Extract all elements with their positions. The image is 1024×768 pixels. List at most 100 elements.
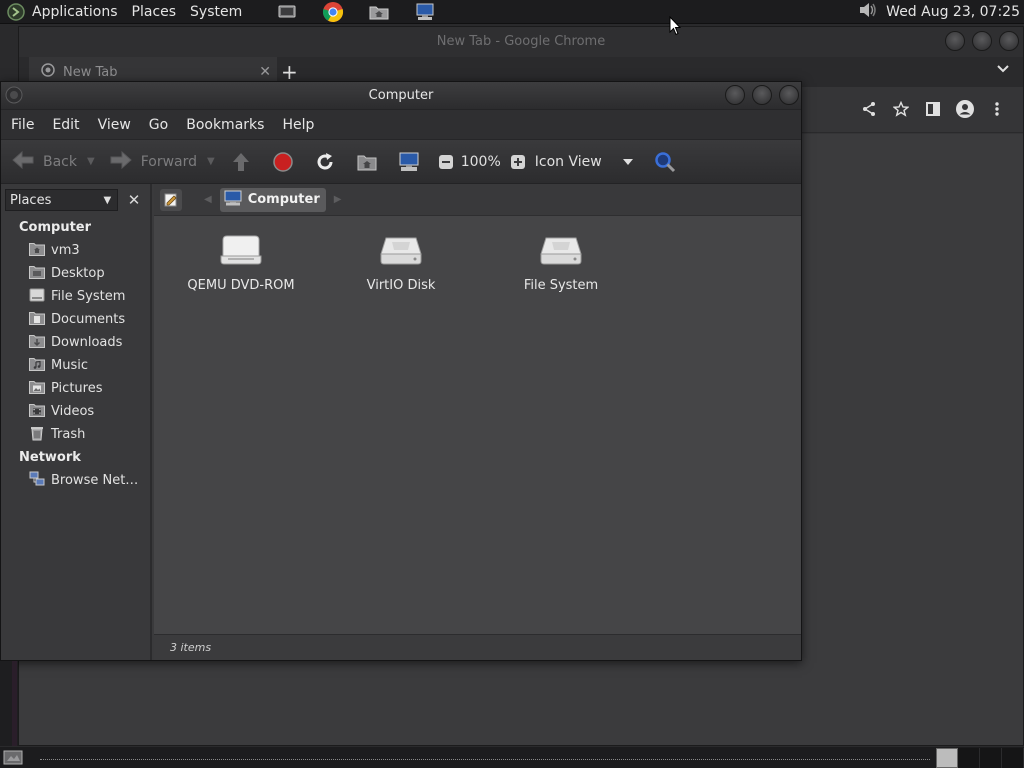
close-sidebar-icon[interactable]: ✕ [122, 189, 146, 211]
up-arrow-icon[interactable] [229, 150, 253, 174]
workspace-2[interactable] [958, 748, 980, 768]
chrome-window-title: New Tab - Google Chrome [436, 34, 606, 49]
file-item-name: VirtIO Disk [366, 278, 436, 293]
search-icon[interactable] [653, 150, 677, 174]
system-menu[interactable]: System [190, 4, 242, 20]
chrome-toolbar-icons [853, 97, 1013, 121]
workspace-3[interactable] [980, 748, 1002, 768]
sidebar-item-desktop[interactable]: Desktop [1, 262, 150, 285]
menu-help[interactable]: Help [282, 117, 314, 133]
home-folder-icon [29, 242, 45, 260]
sidebar-item-label: Browse Net… [51, 473, 139, 488]
folder-icon [29, 311, 45, 329]
workspace-1[interactable] [936, 748, 958, 768]
sidebar-item-videos[interactable]: Videos [1, 400, 150, 423]
back-button[interactable]: Back ▼ [11, 150, 95, 174]
sidebar-item-label: Trash [51, 427, 86, 442]
sidebar-item-documents[interactable]: Documents [1, 308, 150, 331]
sidebar-item-pictures[interactable]: Pictures [1, 377, 150, 400]
close-tab-icon[interactable]: ✕ [259, 64, 271, 80]
sidebar-type-value: Places [10, 192, 52, 208]
side-panel-icon[interactable] [917, 97, 949, 121]
gnome-foot-icon[interactable] [4, 0, 28, 24]
file-item-qemu-dvd-rom[interactable]: QEMU DVD-ROM [171, 234, 311, 293]
stop-icon[interactable] [271, 150, 295, 174]
file-manager-titlebar[interactable]: Computer [1, 82, 801, 110]
panel-tray: Wed Aug 23, 07:25 [858, 0, 1020, 24]
maximize-button[interactable] [752, 85, 772, 105]
chevron-down-icon: ▼ [103, 194, 112, 206]
zoom-out-icon[interactable] [438, 154, 453, 169]
breadcrumb-label: Computer [247, 192, 320, 207]
menu-go[interactable]: Go [149, 117, 168, 133]
sidebar-item-label: vm3 [51, 243, 80, 258]
videos-folder-icon [29, 403, 45, 421]
computer-launcher-icon[interactable] [414, 2, 436, 22]
volume-icon[interactable] [858, 1, 878, 23]
file-manager-window: Computer File Edit View Go Bookmarks Hel… [0, 81, 802, 661]
location-bar: ◀ Computer ▶ [154, 184, 801, 216]
share-icon[interactable] [853, 97, 885, 121]
close-button[interactable] [779, 85, 799, 105]
sidebar-item-vm3[interactable]: vm3 [1, 239, 150, 262]
computer-icon[interactable] [397, 150, 421, 174]
bookmark-star-icon[interactable] [885, 97, 917, 121]
menu-file[interactable]: File [11, 117, 34, 133]
sidebar-item-label: Videos [51, 404, 95, 419]
menubar: File Edit View Go Bookmarks Help [1, 110, 801, 140]
sidebar-type-select[interactable]: Places ▼ [5, 189, 119, 211]
show-desktop-icon[interactable] [2, 749, 24, 767]
file-item-virtio-disk[interactable]: VirtIO Disk [331, 234, 471, 293]
forward-history-chevron-icon[interactable]: ▼ [207, 156, 215, 167]
trash-icon [29, 425, 45, 445]
clock[interactable]: Wed Aug 23, 07:25 [886, 4, 1020, 20]
hard-disk-icon [378, 234, 424, 270]
menu-edit[interactable]: Edit [52, 117, 79, 133]
minimize-button[interactable] [945, 31, 965, 51]
profile-avatar-icon[interactable] [949, 97, 981, 121]
breadcrumb-computer[interactable]: Computer [219, 187, 326, 212]
close-button[interactable] [999, 31, 1019, 51]
sidebar: Places ▼ ✕ Computer vm3 Desktop File Sys… [1, 184, 152, 660]
pictures-folder-icon [29, 380, 45, 398]
sidebar-item-downloads[interactable]: Downloads [1, 331, 150, 354]
main-content: ◀ Computer ▶ QEMU DVD-ROM VirtIO Disk Fi… [154, 184, 801, 660]
menu-view[interactable]: View [98, 117, 131, 133]
home-folder-launcher-icon[interactable] [368, 2, 390, 22]
minimize-button[interactable] [725, 85, 745, 105]
sidebar-item-file-system[interactable]: File System [1, 285, 150, 308]
places-menu[interactable]: Places [132, 4, 177, 20]
file-item-file-system[interactable]: File System [491, 234, 631, 293]
forward-button[interactable]: Forward ▼ [109, 150, 215, 174]
back-history-chevron-icon[interactable]: ▼ [87, 156, 95, 167]
maximize-button[interactable] [972, 31, 992, 51]
toolbar: Back ▼ Forward ▼ 100% Icon View [1, 140, 801, 184]
tab-search-chevron-icon[interactable] [997, 62, 1009, 76]
status-text: 3 items [170, 641, 212, 654]
reload-icon[interactable] [313, 150, 337, 174]
statusbar: 3 items [154, 634, 801, 660]
view-mode-chevron-down-icon[interactable] [622, 154, 633, 169]
sidebar-item-browse-network[interactable]: Browse Net… [1, 469, 150, 492]
workspace-4[interactable] [1002, 748, 1024, 768]
file-item-name: File System [523, 278, 599, 293]
edit-location-icon[interactable] [160, 188, 182, 211]
workspace-switcher [936, 748, 1024, 768]
music-folder-icon [29, 357, 45, 375]
back-arrow-icon [11, 150, 35, 174]
menu-bookmarks[interactable]: Bookmarks [186, 117, 264, 133]
chrome-titlebar[interactable]: New Tab - Google Chrome [19, 27, 1023, 57]
kebab-menu-icon[interactable] [981, 97, 1013, 121]
view-mode-select[interactable]: Icon View [535, 154, 623, 170]
path-scroll-left-icon[interactable]: ◀ [204, 194, 212, 205]
folder-icon [29, 334, 45, 352]
sidebar-item-music[interactable]: Music [1, 354, 150, 377]
terminal-launcher-icon[interactable] [276, 2, 298, 22]
path-scroll-right-icon[interactable]: ▶ [334, 194, 342, 205]
window-list[interactable] [40, 759, 930, 760]
zoom-in-icon[interactable] [510, 154, 525, 169]
applications-menu[interactable]: Applications [32, 4, 118, 20]
sidebar-item-trash[interactable]: Trash [1, 423, 150, 446]
home-icon[interactable] [355, 150, 379, 174]
chrome-launcher-icon[interactable] [322, 1, 344, 22]
